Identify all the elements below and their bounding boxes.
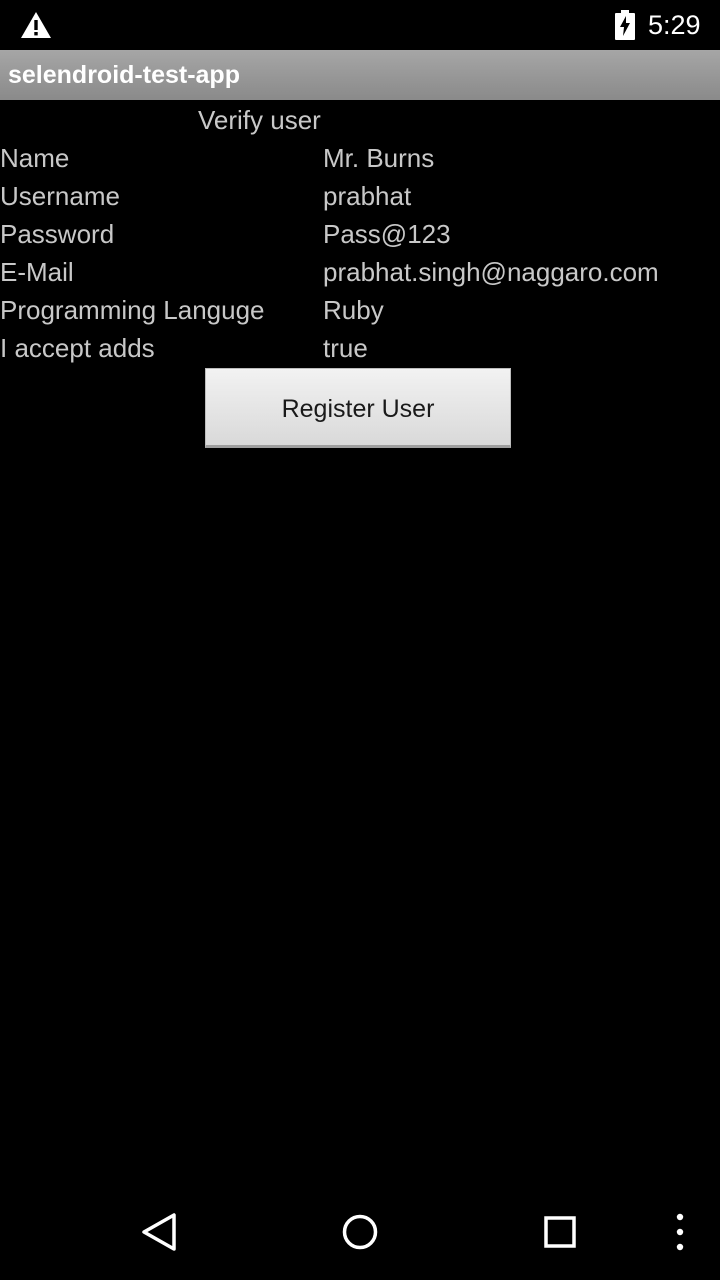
recents-icon[interactable] bbox=[540, 1212, 580, 1252]
status-bar: 5:29 bbox=[0, 0, 720, 50]
screen: 5:29 selendroid-test-app Verify user Nam… bbox=[0, 0, 720, 1280]
row-accept-adds: I accept adds true bbox=[0, 332, 720, 370]
action-bar: selendroid-test-app bbox=[0, 50, 720, 100]
accept-adds-label: I accept adds bbox=[0, 333, 155, 363]
row-password: Password Pass@123 bbox=[0, 218, 720, 256]
page-heading: Verify user bbox=[198, 105, 321, 135]
password-label: Password bbox=[0, 219, 115, 249]
home-icon[interactable] bbox=[340, 1212, 380, 1252]
name-value: Mr. Burns bbox=[323, 143, 435, 173]
programming-language-value: Ruby bbox=[323, 295, 384, 325]
password-value: Pass@123 bbox=[323, 219, 451, 249]
battery-charging-icon bbox=[615, 10, 635, 40]
username-value: prabhat bbox=[323, 181, 412, 211]
overflow-menu-icon[interactable] bbox=[668, 1212, 692, 1252]
app-title: selendroid-test-app bbox=[8, 61, 240, 89]
clock: 5:29 bbox=[648, 10, 701, 40]
email-value: prabhat.singh@naggaro.com bbox=[323, 257, 659, 287]
name-label: Name bbox=[0, 143, 70, 173]
warning-icon bbox=[21, 12, 51, 38]
row-username: Username prabhat bbox=[0, 180, 720, 218]
row-name: Name Mr. Burns bbox=[0, 142, 720, 180]
register-user-button[interactable]: Register User bbox=[205, 368, 511, 448]
row-email: E-Mail prabhat.singh@naggaro.com bbox=[0, 256, 720, 294]
row-programming-language: Programming Languge Ruby bbox=[0, 294, 720, 332]
programming-language-label: Programming Languge bbox=[0, 295, 265, 325]
navigation-bar bbox=[0, 1184, 720, 1280]
username-label: Username bbox=[0, 181, 120, 211]
accept-adds-value: true bbox=[323, 333, 368, 363]
email-label: E-Mail bbox=[0, 257, 74, 287]
back-icon[interactable] bbox=[140, 1212, 180, 1252]
